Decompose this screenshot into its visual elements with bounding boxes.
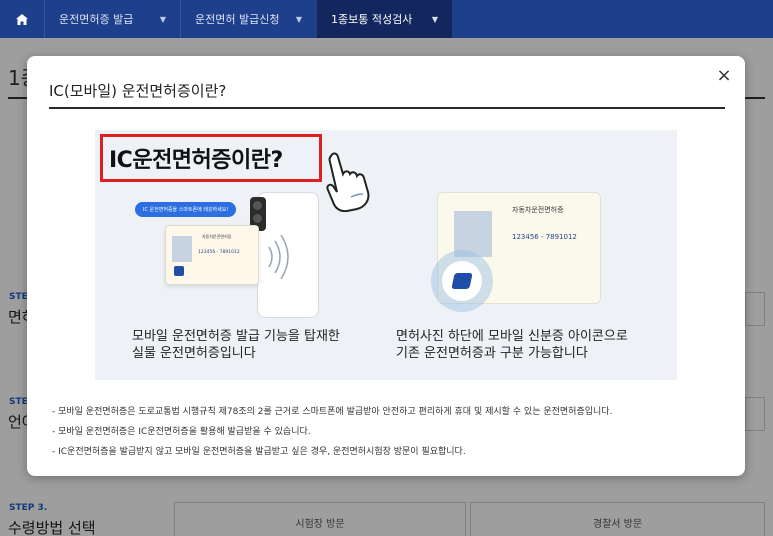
nav-menu-label: 1종보통 적성검사 [331,13,413,26]
nav-menu-aptitude-test[interactable]: 1종보통 적성검사 ▼ [316,0,452,38]
mobile-id-icon [451,273,473,289]
card-small-number: 123456 - 7891012 [198,250,240,255]
mobile-id-icon-highlight [431,250,493,312]
caption-right-line-1: 면허사진 하단에 모바일 신분증 아이콘으로 [396,329,628,344]
photo-placeholder [172,236,192,262]
caret-down-icon: ▼ [431,14,438,24]
ic-license-banner: IC운전면허증이란? IC 운전면허증을 스마트폰에 태깅하세요! 자동차운전면… [95,130,677,380]
card-large-number: 123456 - 7891012 [512,233,577,241]
banner-headline: IC운전면허증이란? [109,148,283,173]
license-card-small: 자동차운전면허증 123456 - 7891012 [165,225,259,285]
nav-menu-issue-application[interactable]: 운전면허 발급신청 ▼ [180,0,316,38]
caret-down-icon: ▼ [295,14,302,24]
caption-left-line-1: 모바일 운전면허증 발급 기능을 탑재한 [132,329,340,344]
caption-right-line-2: 기존 운전면허증과 구분 가능합니다 [396,346,588,361]
note-item: - 모바일 운전면허증은 도로교통법 시행규칙 제78조의 2를 근거로 스마트… [52,407,613,417]
note-item: - 모바일 운전면허증은 IC운전면허증을 활용해 발급받을 수 있습니다. [52,427,311,437]
nav-menu-label: 운전면허증 발급 [59,13,134,26]
nfc-wave-icon [268,235,289,279]
caret-down-icon: ▼ [159,14,166,24]
card-small-title: 자동차운전면허증 [202,234,232,239]
caption-left: 모바일 운전면허증 발급 기능을 탑재한 실물 운전면허증입니다 [132,328,340,362]
caption-right: 면허사진 하단에 모바일 신분증 아이콘으로 기존 운전면허증과 구분 가능합니… [396,328,628,362]
tag-bubble: IC 운전면허증을 스마트폰에 태깅하세요! [135,202,237,217]
close-icon[interactable]: × [713,64,735,86]
modal-title: IC(모바일) 운전면허증이란? [49,82,227,100]
mobile-id-icon [174,266,184,276]
pointing-hand-icon [326,152,370,212]
note-item: - IC운전면허증을 발급받지 않고 모바일 운전면허증을 발급받고 싶은 경우… [52,447,466,457]
modal-title-divider [49,107,725,109]
card-large-title: 자동차운전면허증 [512,206,564,214]
nav-menu-label: 운전면허 발급신청 [195,13,280,26]
headline-highlight-box: IC운전면허증이란? [100,134,322,182]
nav-menu-license-issue[interactable]: 운전면허증 발급 ▼ [44,0,180,38]
home-icon[interactable] [0,0,44,38]
caption-left-line-2: 실물 운전면허증입니다 [132,346,256,361]
notes-list: - 모바일 운전면허증은 도로교통법 시행규칙 제78조의 2를 근거로 스마트… [52,402,612,462]
top-navigation: 운전면허증 발급 ▼ 운전면허 발급신청 ▼ 1종보통 적성검사 ▼ [0,0,773,38]
ic-license-modal: IC(모바일) 운전면허증이란? × IC운전면허증이란? IC 운전면허증을 … [27,56,745,476]
